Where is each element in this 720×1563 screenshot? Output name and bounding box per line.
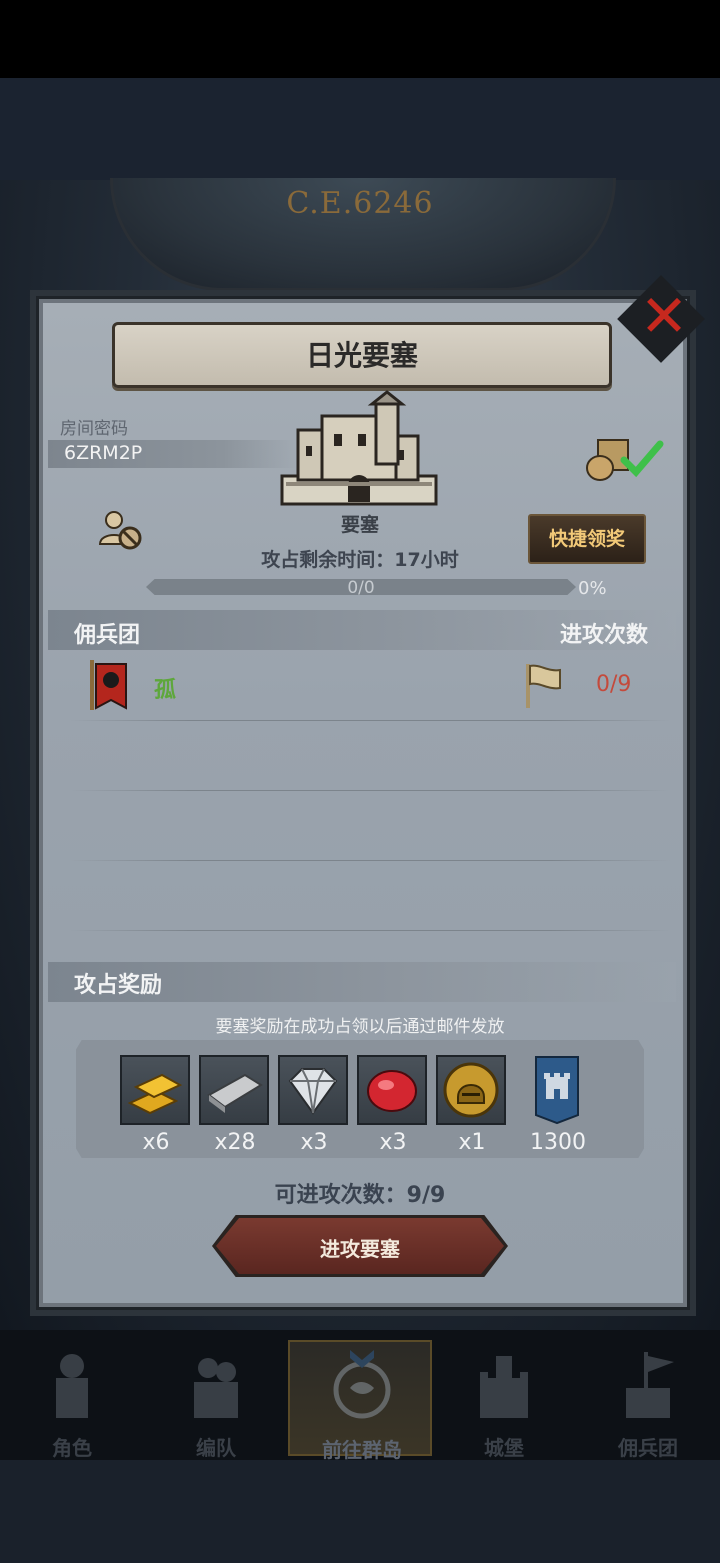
nav-label: 佣兵团 [618, 1436, 678, 1460]
nav-label: 角色 [52, 1436, 92, 1460]
nav-item-islands[interactable]: 前往群岛 [288, 1340, 432, 1462]
iron-ingot-icon[interactable] [199, 1055, 269, 1125]
reward-count: x6 [142, 1130, 170, 1155]
nav-item-formation[interactable]: 编队 [144, 1340, 288, 1460]
knight-icon [56, 1354, 88, 1418]
attack-flag-icon [526, 664, 561, 708]
member-name: 孤 [154, 678, 177, 703]
reward-count: 1300 [530, 1130, 586, 1155]
reward-note: 要塞奖励在成功占领以后通过邮件发放 [215, 1017, 505, 1037]
era-label: C.E.6246 [286, 186, 434, 221]
squad-icon [194, 1358, 238, 1418]
nav-label: 城堡 [484, 1436, 524, 1460]
room-code-label: 房间密码 [60, 419, 128, 439]
status-bar [0, 0, 720, 78]
guild-banner-icon [90, 660, 127, 710]
dialog-title: 日光要塞 [305, 339, 418, 372]
nav-label: 前往群岛 [322, 1438, 402, 1462]
member-attacks: 0/9 [596, 672, 632, 697]
ruby-icon[interactable] [357, 1055, 427, 1125]
diamond-icon[interactable] [278, 1055, 348, 1125]
member-row-divider [70, 930, 670, 931]
progress-percent: 0% [578, 578, 607, 599]
mercenary-icon [626, 1352, 674, 1418]
available-attacks: 可进攻次数：9/9 [274, 1183, 446, 1208]
nav-item-role[interactable]: 角色 [0, 1340, 144, 1460]
remaining-time: 攻占剩余时间：17小时 [261, 549, 459, 571]
mercenary-heading: 佣兵团 [74, 623, 141, 648]
nav-item-castle[interactable]: 城堡 [432, 1340, 576, 1460]
gold-bars-icon[interactable] [120, 1055, 190, 1125]
helmet-coin-icon[interactable] [436, 1055, 506, 1125]
fortress-castle-icon [280, 390, 438, 506]
attacks-heading: 进攻次数 [559, 623, 648, 648]
reward-heading: 攻占奖励 [74, 973, 163, 998]
nav-item-mercenary[interactable]: 佣兵团 [576, 1340, 720, 1460]
member-row-divider [70, 790, 670, 791]
reward-count: x3 [300, 1130, 328, 1155]
reward-count: x28 [214, 1130, 256, 1155]
footer-band [0, 1460, 720, 1563]
fortress-label: 要塞 [340, 514, 379, 536]
close-x-icon[interactable]: ✕ [636, 286, 692, 346]
member-row-divider [70, 860, 670, 861]
supply-claimed-icon[interactable] [584, 432, 664, 482]
attack-fortress-label[interactable]: 进攻要塞 [216, 1233, 504, 1262]
reward-count: x1 [458, 1130, 486, 1155]
member-row-divider [70, 720, 670, 721]
room-code: 6ZRM2P [64, 442, 143, 464]
progress-text: 0/0 [347, 578, 375, 598]
quick-claim-button[interactable]: 快捷领奖 [528, 514, 646, 564]
castle-token-icon[interactable] [534, 1055, 580, 1125]
nav-label: 编队 [196, 1436, 236, 1460]
castle-icon [480, 1356, 528, 1418]
top-dim-band [0, 78, 720, 180]
reward-count: x3 [379, 1130, 407, 1155]
islands-icon [333, 1350, 391, 1419]
user-blocked-icon[interactable] [96, 506, 144, 554]
